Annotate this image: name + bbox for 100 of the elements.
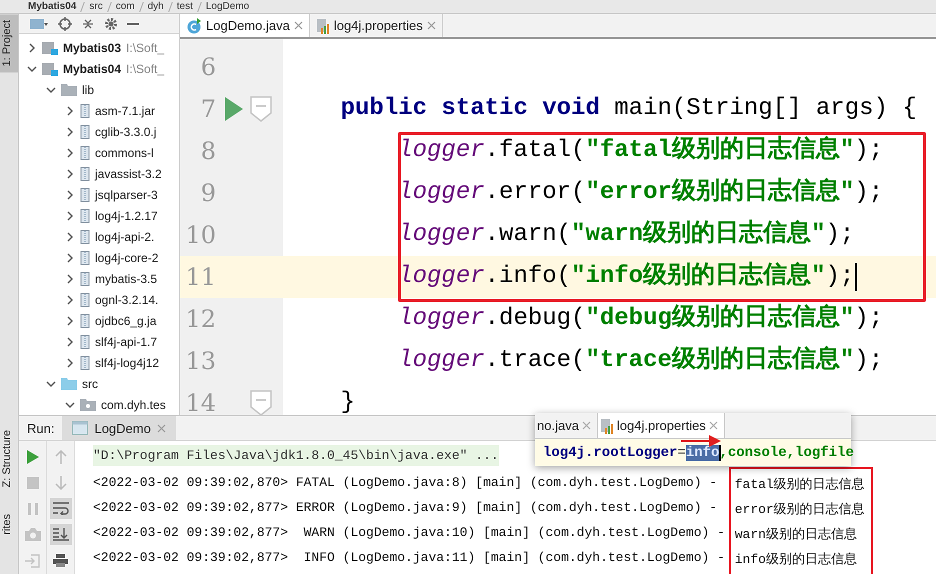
chevron-down-icon[interactable] — [46, 378, 56, 388]
code-line: logger.fatal("fatal级别的日志信息"); — [397, 136, 884, 166]
chevron-right-icon[interactable] — [65, 126, 75, 136]
toggle-button[interactable] — [50, 524, 72, 545]
folder-icon — [61, 378, 77, 390]
jar-icon — [80, 146, 90, 160]
tree-item[interactable]: lib — [82, 82, 94, 96]
code-line: logger.trace("trace级别的日志信息"); — [397, 346, 884, 376]
tree-item[interactable]: cglib-3.3.0.j — [95, 124, 156, 138]
locate-icon[interactable] — [58, 16, 72, 30]
tree-item[interactable]: slf4j-api-1.7 — [95, 334, 158, 348]
breadcrumb-item[interactable]: com — [116, 0, 135, 12]
properties-file-icon — [316, 18, 330, 34]
settings-icon[interactable] — [104, 16, 118, 30]
chevron-right-icon[interactable] — [65, 168, 75, 178]
minimize-icon[interactable] — [127, 22, 139, 26]
toggle-button[interactable] — [50, 498, 72, 519]
tree-item[interactable]: ojdbc6_g.ja — [95, 314, 156, 328]
line-number: 10 — [184, 221, 216, 249]
chevron-right-icon[interactable] — [65, 106, 75, 116]
log-message: info级别的日志信息 — [734, 551, 858, 569]
tree-item[interactable]: asm-7.1.jar — [95, 104, 156, 118]
chevron-right-icon[interactable] — [65, 358, 75, 368]
chevron-right-icon[interactable] — [65, 148, 75, 158]
chevron-right-icon[interactable] — [65, 274, 75, 284]
tree-item[interactable]: Mybatis03 — [63, 40, 122, 54]
chevron-right-icon[interactable] — [65, 316, 75, 326]
breadcrumb-item[interactable]: LogDemo — [206, 0, 250, 12]
module-icon — [42, 62, 58, 76]
editor-tab[interactable]: LogDemo.java — [180, 14, 310, 37]
chevron-down-icon[interactable] — [46, 84, 56, 94]
tree-item[interactable]: mybatis-3.5 — [95, 272, 158, 286]
tree-item[interactable]: log4j-1.2.17 — [95, 208, 158, 222]
chevron-down-icon[interactable] — [65, 400, 75, 410]
tool-window-tab[interactable]: Z: Structure — [0, 424, 18, 494]
log-line: <2022-03-02 09:39:02,870> FATAL (LogDemo.java:8) [main] (com.dyh.test.LogDemo) - — [93, 474, 718, 492]
module-path: I:\Soft_ — [126, 40, 164, 54]
jar-icon — [80, 166, 90, 180]
breadcrumb-item[interactable]: test — [176, 0, 193, 12]
chevron-right-icon[interactable] — [65, 232, 75, 242]
folder-icon — [61, 84, 77, 96]
code-line: logger.debug("debug级别的日志信息"); — [397, 304, 884, 334]
collapse-icon[interactable] — [81, 16, 95, 30]
text-cursor — [855, 263, 858, 291]
tree-item[interactable]: jsqlparser-3 — [95, 188, 158, 202]
editor-tab[interactable]: log4j.properties — [598, 413, 725, 438]
breadcrumb-item[interactable]: Mybatis04 — [28, 0, 76, 12]
jar-icon — [80, 230, 90, 244]
run-title: Run: — [26, 420, 56, 436]
code-line: logger.error("error级别的日志信息"); — [397, 178, 884, 208]
tool-window-tab[interactable]: rites — [0, 508, 18, 541]
tree-item[interactable]: Mybatis04 — [63, 62, 122, 76]
chevron-right-icon[interactable] — [65, 190, 75, 200]
jar-icon — [80, 272, 90, 286]
run-icon[interactable] — [224, 97, 244, 121]
log-line: <2022-03-02 09:39:02,877> ERROR (LogDemo.java:9) [main] (com.dyh.test.LogDemo) - — [93, 499, 718, 517]
chevron-right-icon[interactable] — [65, 210, 75, 220]
tree-item[interactable]: log4j-core-2 — [95, 250, 158, 264]
chevron-right-icon[interactable] — [65, 336, 75, 346]
line-number: 12 — [184, 305, 216, 333]
breadcrumb-item[interactable]: dyh — [148, 0, 164, 12]
tree-item[interactable]: src — [82, 376, 98, 390]
print-icon — [53, 554, 68, 567]
properties-file-icon — [600, 418, 614, 434]
chevron-right-icon[interactable] — [27, 42, 37, 52]
line-number: 11 — [184, 263, 216, 291]
tree-item[interactable]: log4j-api-2. — [95, 230, 154, 244]
tool-window-tab[interactable]: 1: Project — [0, 14, 18, 72]
chevron-right-icon[interactable] — [65, 252, 75, 262]
editor-tab[interactable]: log4j.properties — [310, 14, 443, 37]
code-editor[interactable] — [180, 39, 936, 415]
chevron-down-icon[interactable] — [27, 64, 37, 74]
tree-item[interactable]: com.dyh.tes — [101, 398, 166, 412]
log-message: warn级别的日志信息 — [734, 526, 858, 544]
line-number: 14 — [184, 389, 216, 415]
close-icon[interactable] — [426, 21, 436, 30]
jar-icon — [80, 250, 90, 264]
package-icon — [80, 398, 96, 410]
jar-icon — [80, 356, 90, 370]
breadcrumb-item[interactable]: src — [89, 0, 103, 12]
run-icon[interactable] — [26, 450, 38, 464]
class-icon — [186, 18, 202, 34]
tree-item[interactable]: slf4j-log4j12 — [95, 356, 160, 370]
line-number: 8 — [200, 137, 216, 165]
console-command: "D:\Program Files\Java\jdk1.8.0_45\bin\java.exe" ... — [93, 445, 499, 466]
run-tab[interactable]: LogDemo — [62, 416, 176, 440]
code-line: } — [340, 388, 356, 415]
log-message: fatal级别的日志信息 — [734, 476, 865, 494]
log-message: error级别的日志信息 — [734, 501, 865, 519]
tree-item[interactable]: javassist-3.2 — [95, 166, 162, 180]
scroll-to-end-icon — [52, 528, 68, 541]
tree-item[interactable]: ognl-3.2.14. — [95, 292, 158, 306]
chevron-right-icon[interactable] — [65, 294, 75, 304]
soft-wrap-icon — [52, 502, 68, 515]
module-path: I:\Soft_ — [126, 62, 164, 76]
arrow-up-icon — [54, 450, 66, 464]
tree-item[interactable]: commons-l — [95, 146, 154, 160]
jar-icon — [80, 124, 90, 138]
close-icon[interactable] — [294, 21, 303, 30]
folder-icon[interactable] — [29, 16, 49, 30]
